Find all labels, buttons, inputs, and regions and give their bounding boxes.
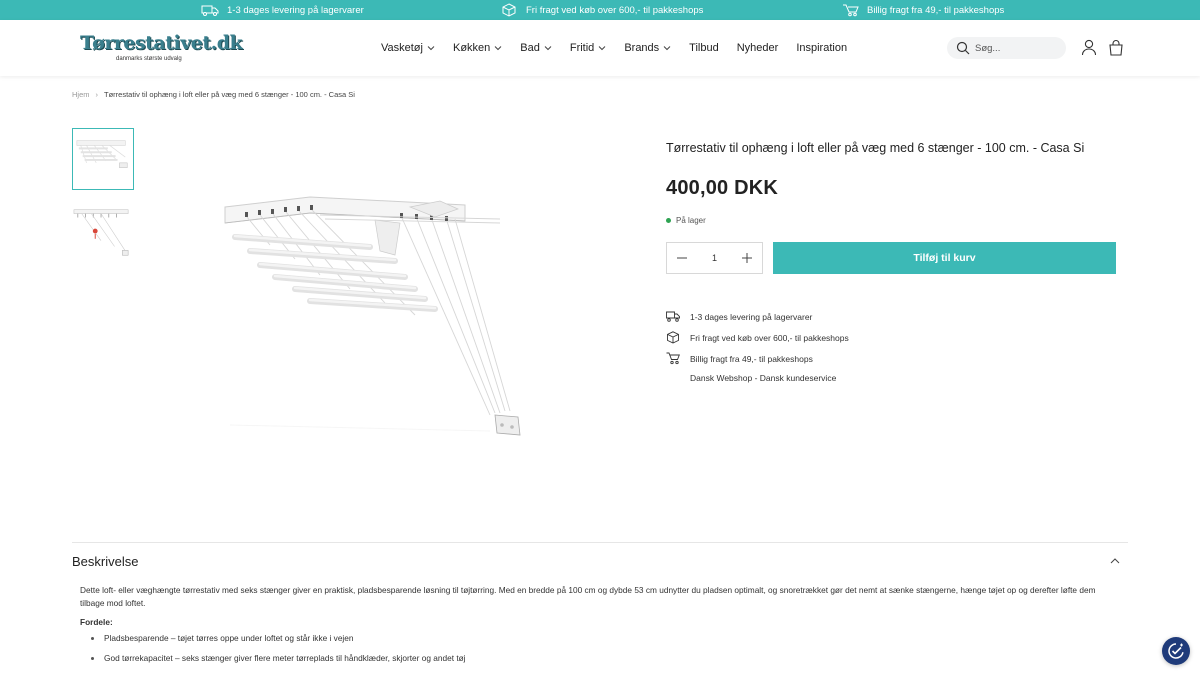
- product-image-thumbnail: [76, 140, 128, 168]
- cart-icon[interactable]: [1108, 39, 1124, 56]
- breadcrumb-current: Tørrestativ til ophæng i loft eller på v…: [104, 90, 355, 99]
- nav-item-inspiration[interactable]: Inspiration: [796, 42, 847, 54]
- product-title: Tørrestativ til ophæng i loft eller på v…: [666, 141, 1085, 155]
- announcement-usp-delivery: 1-3 dages levering på lagervarer: [201, 0, 364, 20]
- truck-icon: [666, 311, 680, 322]
- logo-tagline: danmarks største udvalg: [116, 56, 182, 62]
- main-nav: Vasketøj Køkken Bad Fritid Brands Tilbud…: [381, 20, 865, 76]
- product-usp-item: 1-3 dages levering på lagervarer: [666, 310, 812, 323]
- cookie-settings-icon: [1168, 643, 1184, 659]
- benefits-list: Pladsbesparende – tøjet tørres oppe unde…: [91, 632, 466, 672]
- quantity-decrease-button[interactable]: [675, 251, 689, 265]
- list-item: God tørrekapacitet – seks stænger giver …: [91, 652, 466, 672]
- nav-label: Brands: [624, 42, 660, 54]
- nav-item-brands[interactable]: Brands: [624, 42, 671, 54]
- chevron-down-icon: [598, 46, 606, 51]
- announcement-bar: 1-3 dages levering på lagervarer Fri fra…: [0, 0, 1200, 20]
- announcement-usp-free-shipping: Fri fragt ved køb over 600,- til pakkesh…: [500, 0, 703, 20]
- drying-rack-illustration: [224, 196, 521, 436]
- breadcrumb-separator: ›: [95, 90, 99, 99]
- usp-text: 1-3 dages levering på lagervarer: [690, 311, 813, 322]
- usp-text: Dansk Webshop - Dansk kundeservice: [690, 373, 837, 383]
- breadcrumb: Hjem › Tørrestativ til ophæng i loft ell…: [72, 90, 355, 99]
- truck-fast-icon: [666, 352, 680, 365]
- search-box[interactable]: [947, 37, 1066, 59]
- quantity-stepper: [666, 242, 763, 274]
- chevron-down-icon: [427, 46, 435, 51]
- product-image-thumbnail: [73, 209, 129, 256]
- product-price: 400,00 DKK: [666, 177, 779, 199]
- announcement-usp-cheap-shipping: Billig fragt fra 49,- til pakkeshops: [841, 0, 1004, 20]
- benefits-label: Fordele:: [80, 617, 113, 627]
- description-accordion-header[interactable]: Beskrivelse: [72, 551, 1128, 571]
- product-usp-item: Fri fragt ved køb over 600,- til pakkesh…: [666, 331, 849, 344]
- stock-status: På lager: [666, 216, 706, 225]
- nav-item-nyheder[interactable]: Nyheder: [737, 42, 779, 54]
- breadcrumb-home[interactable]: Hjem: [72, 90, 90, 99]
- nav-item-vasketoej[interactable]: Vasketøj: [381, 42, 435, 54]
- announcement-text: 1-3 dages levering på lagervarer: [227, 4, 364, 16]
- search-input[interactable]: [975, 42, 1055, 54]
- quantity-input[interactable]: [699, 253, 730, 263]
- list-item: Pladsbesparende – tøjet tørres oppe unde…: [91, 632, 466, 652]
- nav-item-fritid[interactable]: Fritid: [570, 42, 606, 54]
- nav-label: Nyheder: [736, 42, 779, 54]
- quantity-increase-button[interactable]: [740, 251, 754, 265]
- account-icon[interactable]: [1081, 39, 1097, 56]
- usp-text: Billig fragt fra 49,- til pakkeshops: [690, 353, 813, 364]
- announcement-text: Billig fragt fra 49,- til pakkeshops: [867, 4, 1005, 16]
- chevron-down-icon: [544, 46, 552, 51]
- site-header: Tørrestativet.dk danmarks største udvalg…: [0, 20, 1200, 76]
- product-usp-item: Dansk Webshop - Dansk kundeservice: [666, 373, 836, 383]
- nav-label: Vasketøj: [381, 42, 423, 54]
- chevron-down-icon: [663, 46, 671, 51]
- plus-icon: [742, 253, 752, 263]
- in-stock-dot-icon: [666, 218, 671, 223]
- gallery-thumbnail-1[interactable]: [72, 128, 134, 190]
- nav-item-tilbud[interactable]: Tilbud: [689, 42, 719, 54]
- minus-icon: [677, 257, 687, 259]
- chevron-up-icon[interactable]: [1110, 558, 1120, 564]
- section-divider: [72, 542, 1128, 543]
- search-icon[interactable]: [956, 41, 970, 55]
- nav-item-koekken[interactable]: Køkken: [453, 42, 502, 54]
- announcement-text: Fri fragt ved køb over 600,- til pakkesh…: [526, 4, 704, 16]
- box-icon: [502, 3, 516, 17]
- box-icon: [667, 331, 679, 344]
- truck-fast-icon: [843, 4, 859, 17]
- nav-label: Bad: [520, 42, 540, 54]
- truck-icon: [201, 5, 219, 16]
- product-main-image[interactable]: [200, 185, 540, 445]
- chevron-down-icon: [494, 46, 502, 51]
- description-body: Dette loft- eller væghængte tørrestativ …: [80, 584, 1120, 663]
- cookie-consent-button[interactable]: [1162, 637, 1190, 665]
- nav-item-bad[interactable]: Bad: [520, 42, 552, 54]
- nav-label: Fritid: [569, 42, 595, 54]
- description-heading: Beskrivelse: [72, 553, 139, 569]
- site-logo[interactable]: Tørrestativet.dk danmarks største udvalg: [80, 32, 243, 66]
- stock-label: På lager: [676, 216, 706, 225]
- description-intro: Dette loft- eller væghængte tørrestativ …: [80, 585, 1096, 608]
- nav-label: Tilbud: [689, 42, 719, 54]
- nav-label: Køkken: [452, 42, 491, 54]
- logo-brand: Tørrestativet.dk: [80, 32, 243, 54]
- gallery-thumbnail-2[interactable]: [72, 202, 134, 264]
- product-usp-item: Billig fragt fra 49,- til pakkeshops: [666, 352, 813, 365]
- nav-label: Inspiration: [796, 42, 848, 54]
- usp-text: Fri fragt ved køb over 600,- til pakkesh…: [690, 332, 849, 343]
- add-to-cart-button[interactable]: Tilføj til kurv: [773, 242, 1116, 274]
